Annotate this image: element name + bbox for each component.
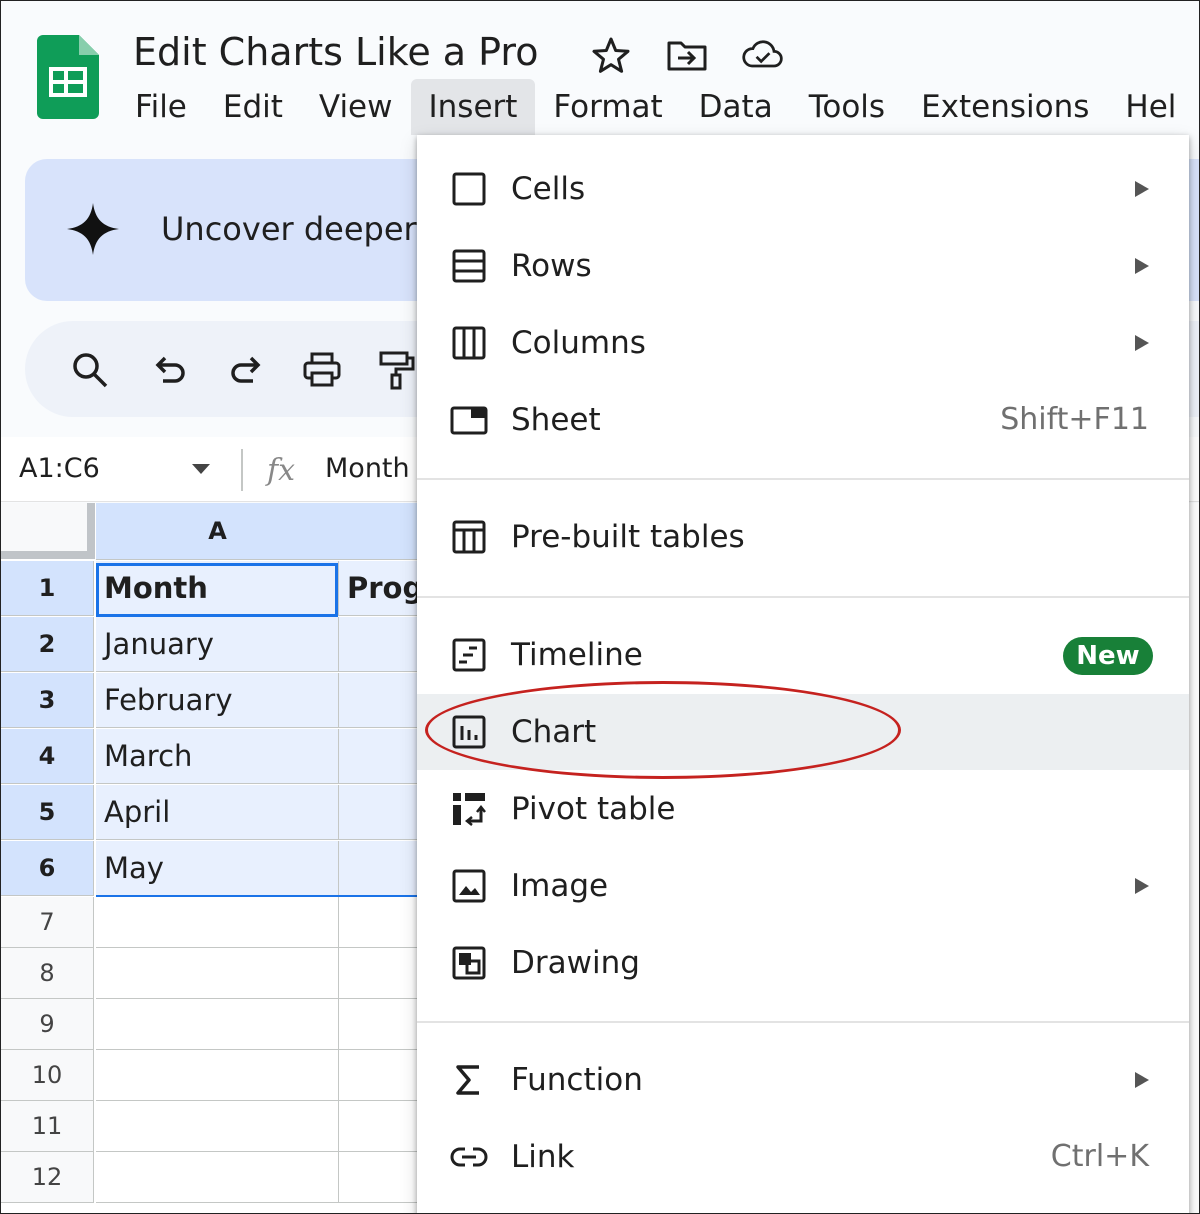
- row-header[interactable]: 10: [1, 1050, 94, 1101]
- undo-icon[interactable]: [149, 349, 191, 391]
- row-header[interactable]: 3: [1, 673, 94, 728]
- menu-view[interactable]: View: [301, 79, 411, 135]
- menu-item-label: Pivot table: [511, 791, 676, 827]
- shortcut-text: Shift+F11: [1000, 402, 1149, 437]
- pivot-table-icon: [453, 793, 486, 826]
- menu-format[interactable]: Format: [535, 79, 680, 135]
- fx-icon: fx: [265, 453, 295, 488]
- name-box[interactable]: A1:C6: [19, 449, 100, 489]
- cell-a2[interactable]: January: [96, 617, 339, 672]
- menu-item-label: Link: [511, 1139, 575, 1175]
- table-icon: [452, 520, 486, 554]
- menu-item-label: Image: [511, 868, 609, 904]
- cloud-saved-icon[interactable]: [741, 35, 785, 75]
- svg-text:fx: fx: [265, 453, 295, 488]
- cell-a10[interactable]: [96, 1050, 339, 1101]
- cell-a11[interactable]: [96, 1101, 339, 1152]
- row-header[interactable]: 11: [1, 1101, 94, 1152]
- columns-icon: [452, 326, 486, 360]
- annotation-circle: [425, 681, 901, 779]
- cell-a3[interactable]: February: [96, 673, 339, 728]
- menu-edit[interactable]: Edit: [205, 79, 301, 135]
- banner-text: Uncover deeper: [161, 210, 417, 248]
- cell-a8[interactable]: [96, 948, 339, 999]
- menu-file[interactable]: File: [117, 79, 205, 135]
- chevron-down-icon[interactable]: [189, 461, 213, 477]
- menu-item-label: Timeline: [511, 637, 643, 673]
- menu-help[interactable]: Hel: [1107, 79, 1194, 135]
- submenu-arrow-icon: [1135, 335, 1149, 351]
- column-header-a[interactable]: A: [96, 503, 340, 560]
- rows-icon: [452, 249, 486, 283]
- menu-item-label: Pre-built tables: [511, 519, 745, 555]
- row-header[interactable]: 2: [1, 617, 94, 672]
- star-icon[interactable]: [589, 35, 633, 75]
- submenu-arrow-icon: [1135, 181, 1149, 197]
- link-icon: [450, 1147, 488, 1167]
- row-header[interactable]: 5: [1, 785, 94, 840]
- sigma-icon: [456, 1065, 479, 1095]
- submenu-arrow-icon: [1135, 258, 1149, 274]
- menu-data[interactable]: Data: [681, 79, 791, 135]
- divider: [241, 449, 243, 491]
- cell-a7[interactable]: [96, 897, 339, 948]
- menu-item-label: Drawing: [511, 945, 640, 981]
- sheet-icon: [450, 406, 488, 435]
- menu-separator: [417, 478, 1189, 480]
- sparkle-icon: [67, 203, 119, 255]
- select-all-corner[interactable]: [1, 503, 95, 559]
- paint-format-icon[interactable]: [377, 349, 419, 391]
- row-header[interactable]: 12: [1, 1152, 94, 1203]
- menu-insert[interactable]: Insert: [410, 79, 536, 135]
- row-header[interactable]: 7: [1, 897, 94, 948]
- new-badge: New: [1063, 637, 1153, 675]
- formula-input[interactable]: Month: [325, 449, 410, 489]
- cell-a9[interactable]: [96, 999, 339, 1050]
- row-header[interactable]: 8: [1, 948, 94, 999]
- menu-tools[interactable]: Tools: [791, 79, 903, 135]
- menu-item-label: Cells: [511, 171, 586, 207]
- move-to-folder-icon[interactable]: [665, 35, 709, 75]
- menu-item-label: Function: [511, 1062, 643, 1098]
- row-header[interactable]: 9: [1, 999, 94, 1050]
- row-header[interactable]: 1: [1, 561, 94, 616]
- shortcut-text: Ctrl+K: [1050, 1139, 1149, 1174]
- submenu-arrow-icon: [1135, 1072, 1149, 1088]
- active-cell-border: [96, 563, 338, 617]
- menu-extensions[interactable]: Extensions: [903, 79, 1107, 135]
- submenu-arrow-icon: [1135, 878, 1149, 894]
- cell-a5[interactable]: April: [96, 785, 339, 840]
- row-header[interactable]: 6: [1, 841, 94, 896]
- cell-a4[interactable]: March: [96, 729, 339, 784]
- cells-icon: [452, 172, 486, 206]
- menu-item-label: Columns: [511, 325, 646, 361]
- row-header[interactable]: 4: [1, 729, 94, 784]
- print-icon[interactable]: [301, 349, 343, 391]
- timeline-icon: [452, 638, 486, 672]
- menu-item-label: Sheet: [511, 402, 601, 438]
- document-title[interactable]: Edit Charts Like a Pro: [133, 27, 538, 77]
- menu-separator: [417, 596, 1189, 598]
- sheets-window: Edit Charts Like a Pro File Edit View In…: [0, 0, 1200, 1214]
- menu-separator: [417, 1021, 1189, 1023]
- redo-icon[interactable]: [225, 349, 267, 391]
- sheets-logo[interactable]: [37, 35, 99, 119]
- cell-a6[interactable]: May: [96, 841, 339, 896]
- drawing-icon: [452, 946, 486, 980]
- image-icon: [452, 869, 486, 903]
- search-icon[interactable]: [69, 349, 111, 391]
- selection-range-border: [96, 895, 426, 897]
- menu-item-label: Rows: [511, 248, 592, 284]
- menu-bar: File Edit View Insert Format Data Tools …: [117, 79, 1194, 135]
- cell-a12[interactable]: [96, 1152, 339, 1203]
